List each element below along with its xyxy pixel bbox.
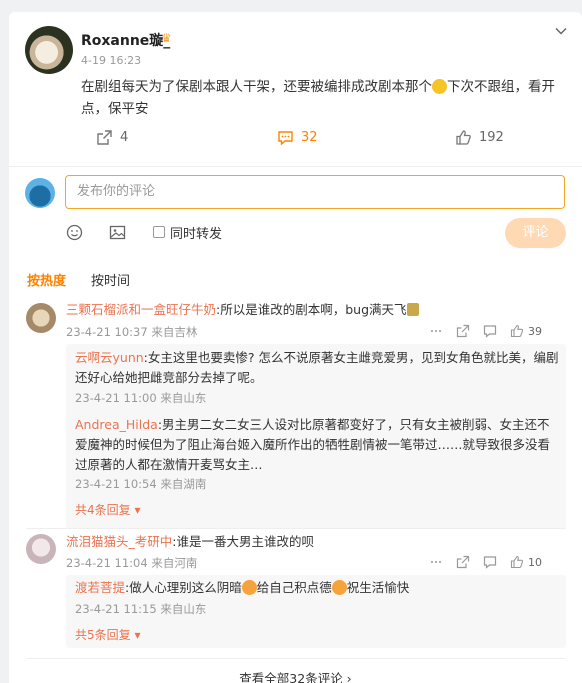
comment-count: 32: [301, 130, 318, 145]
comment-like-count: 39: [528, 324, 542, 338]
emoji-button[interactable]: [66, 224, 83, 245]
comment-actions: 10: [429, 555, 542, 569]
comment-divider: [26, 528, 566, 529]
share-icon[interactable]: [456, 555, 470, 569]
comment-button[interactable]: 32: [277, 129, 318, 146]
reply-text: 云啊云yunn:女主这里也要卖惨? 怎么不说原著女主雌竞爱男，见到女角色就比美，…: [75, 348, 561, 388]
my-avatar: [25, 178, 55, 208]
more-icon[interactable]: [429, 555, 443, 569]
reply-location: 来自山东: [160, 391, 207, 405]
comment-icon[interactable]: [483, 555, 497, 569]
comment-location: 来自吉林: [151, 325, 198, 339]
reply-location: 来自湖南: [160, 477, 207, 491]
post-time[interactable]: 4-19 16:23: [81, 54, 141, 67]
comment-like-button[interactable]: 10: [510, 555, 542, 569]
more-replies-link[interactable]: 共5条回复 ▾: [75, 626, 141, 643]
chevron-down-icon[interactable]: [554, 24, 568, 42]
emoji-icon: [331, 580, 347, 595]
view-all-comments-link[interactable]: 查看全部32条评论 ›: [9, 668, 582, 683]
smiley-icon: [66, 224, 83, 241]
comment-text: 流泪猫猫头_考研中:谁是一番大男主谁改的呗: [66, 532, 566, 552]
chevron-down-icon: ▾: [134, 503, 141, 517]
more-replies-label: 共5条回复: [75, 628, 131, 642]
sort-by-time-tab[interactable]: 按时间: [91, 270, 130, 289]
comment-actions: 39: [429, 324, 542, 338]
repost-checkbox[interactable]: [153, 226, 165, 238]
like-button[interactable]: 192: [455, 129, 504, 146]
more-icon[interactable]: [429, 324, 443, 338]
comment-meta: 23-4-21 10:37 来自吉林: [66, 324, 197, 340]
comment-meta: 23-4-21 11:04 来自河南: [66, 555, 197, 571]
repost-count: 4: [120, 130, 129, 145]
chevron-down-icon: ▾: [134, 628, 141, 642]
comment-body: :所以是谁改的剧本啊，bug满天飞: [216, 302, 407, 317]
comment-like-button[interactable]: 39: [510, 324, 542, 338]
reply-location: 来自山东: [160, 602, 207, 616]
author-avatar[interactable]: [25, 26, 73, 74]
more-replies-link[interactable]: 共4条回复 ▾: [75, 501, 141, 518]
comment-icon[interactable]: [483, 324, 497, 338]
thumbs-up-icon: [510, 324, 524, 338]
reply-time: 23-4-21 11:00: [75, 391, 157, 405]
post-text: 在剧组每天为了保剧本跟人干架，还要被编排成改剧本那个 下次不跟组，看开点，保平安: [81, 76, 561, 120]
submit-comment-button[interactable]: 评论: [505, 218, 566, 248]
replier-name[interactable]: Andrea_Hilda: [75, 417, 158, 432]
thumbs-up-icon: [456, 130, 471, 145]
comment-icon: [278, 131, 293, 146]
reply-meta: 23-4-21 10:54 来自湖南: [75, 476, 206, 492]
like-count: 192: [479, 130, 504, 145]
comment-text: 三颗石榴派和一盒旺仔牛奶:所以是谁改的剧本啊，bug满天飞: [66, 300, 566, 320]
comment-location: 来自河南: [151, 556, 198, 570]
commenter-name[interactable]: 三颗石榴派和一盒旺仔牛奶: [66, 302, 216, 317]
comment-time: 23-4-21 10:37: [66, 325, 148, 339]
more-replies-label: 共4条回复: [75, 503, 131, 517]
comment-body: :谁是一番大男主谁改的呗: [172, 534, 314, 549]
comment-time: 23-4-21 11:04: [66, 556, 148, 570]
commenter-avatar[interactable]: [26, 303, 56, 333]
repost-label[interactable]: 同时转发: [170, 223, 222, 242]
share-icon: [97, 130, 112, 145]
comment-input[interactable]: 发布你的评论: [65, 175, 565, 209]
sort-by-hot-tab[interactable]: 按热度: [27, 270, 66, 289]
reply-body: :女主这里也要卖惨? 怎么不说原著女主雌竞爱男，见到女角色就比美，编剧还好心给她…: [75, 350, 559, 385]
reply-body-part1: :做人心理别这么阴暗: [125, 580, 242, 595]
author-name[interactable]: Roxanne璇_: [81, 30, 170, 50]
emoji-icon: [432, 79, 447, 94]
reply-time: 23-4-21 11:15: [75, 602, 157, 616]
reply-body-part3: 祝生活愉快: [346, 580, 410, 595]
reply-meta: 23-4-21 11:15 来自山东: [75, 601, 206, 617]
reply-time: 23-4-21 10:54: [75, 477, 157, 491]
weibo-post-card: Roxanne璇_ ♛ 4-19 16:23 在剧组每天为了保剧本跟人干架，还要…: [9, 12, 582, 683]
reply-text: Andrea_Hilda:男主男二女二女三人设对比原著都变好了，只有女主被削弱、…: [75, 415, 561, 475]
crown-icon: ♛: [161, 31, 172, 45]
thumbs-up-icon: [510, 555, 524, 569]
reply-meta: 23-4-21 11:00 来自山东: [75, 390, 206, 406]
share-icon[interactable]: [456, 324, 470, 338]
comment-divider: [26, 658, 566, 659]
post-text-part1: 在剧组每天为了保剧本跟人干架，还要被编排成改剧本那个: [81, 79, 432, 95]
image-icon: [109, 225, 126, 240]
emoji-icon: [241, 580, 257, 595]
reply-body-part2: 给自己积点德: [256, 580, 332, 595]
replier-name[interactable]: 云啊云yunn: [75, 350, 144, 365]
reply-text: 渡若菩提:做人心理别这么阴暗 给自己积点德 祝生活愉快: [75, 578, 561, 598]
commenter-name[interactable]: 流泪猫猫头_考研中: [66, 534, 172, 549]
comment-like-count: 10: [528, 555, 542, 569]
replier-name[interactable]: 渡若菩提: [75, 580, 125, 595]
emoji-icon: [406, 303, 419, 316]
divider: [9, 166, 582, 167]
commenter-avatar[interactable]: [26, 534, 56, 564]
image-button[interactable]: [109, 224, 126, 245]
repost-button[interactable]: 4: [96, 129, 128, 146]
